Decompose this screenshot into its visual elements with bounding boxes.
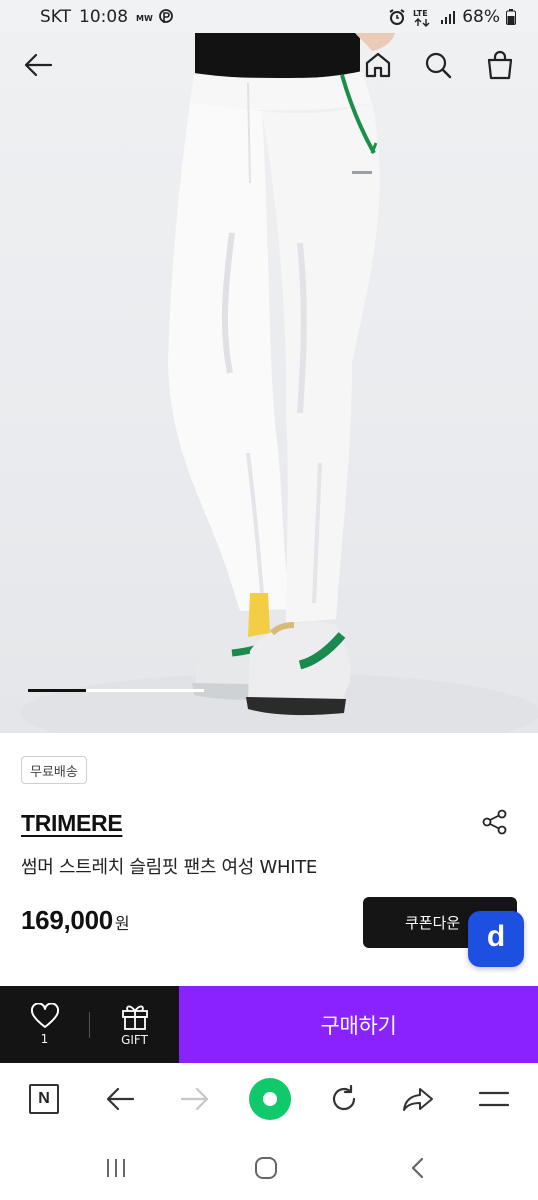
home-icon	[365, 52, 391, 78]
system-navigation-bar	[0, 1135, 538, 1200]
battery-icon	[506, 8, 516, 25]
status-bar: SKT 10:08 MW LTE 68%	[0, 0, 538, 33]
like-count: 1	[40, 1032, 49, 1046]
back-icon	[106, 1087, 135, 1111]
floating-d-button[interactable]: d	[468, 911, 524, 967]
home-button[interactable]	[360, 47, 396, 83]
buy-button[interactable]: 구매하기	[179, 986, 538, 1063]
svg-text:MW: MW	[136, 14, 153, 23]
price-value: 169,000	[21, 905, 113, 935]
gallery-progress-track	[28, 689, 204, 692]
product-info: 무료배송 TRIMERE 썸머 스트레치 슬림핏 팬츠 여성 WHITE 169…	[0, 733, 538, 986]
d-logo-icon: d	[486, 920, 506, 953]
arrow-left-icon	[24, 53, 53, 77]
carrier-label: SKT	[40, 6, 72, 27]
browser-toolbar: N	[0, 1063, 538, 1135]
browser-menu-button[interactable]	[472, 1077, 516, 1121]
recent-apps-button[interactable]	[96, 1151, 136, 1185]
product-photo	[20, 33, 538, 733]
brand-link[interactable]: TRIMERE	[21, 810, 123, 837]
menu-icon	[478, 1091, 510, 1107]
search-icon	[425, 52, 452, 79]
browser-back-button[interactable]	[98, 1077, 142, 1121]
battery-percent: 68%	[462, 6, 500, 27]
browser-share-button[interactable]	[396, 1077, 440, 1121]
system-back-button[interactable]	[398, 1151, 438, 1185]
notification-icon: MW	[136, 8, 176, 26]
lte-icon: LTE	[412, 7, 434, 27]
refresh-icon	[332, 1084, 356, 1111]
naver-home-button[interactable]: N	[22, 1077, 66, 1121]
browser-forward-button[interactable]	[173, 1077, 217, 1121]
price-currency: 원	[114, 914, 130, 933]
gift-icon	[121, 1005, 148, 1030]
cart-button[interactable]	[482, 47, 518, 83]
signal-icon	[440, 9, 456, 25]
share-nodes-icon	[482, 809, 507, 835]
gift-label: GIFT	[121, 1033, 148, 1047]
status-right: LTE 68%	[388, 7, 516, 27]
recent-apps-icon	[107, 1159, 125, 1177]
back-chevron-icon	[411, 1157, 424, 1179]
svg-text:LTE: LTE	[413, 9, 428, 18]
purchase-action-bar: 1 GIFT 구매하기	[0, 986, 538, 1063]
refresh-button[interactable]	[322, 1077, 366, 1121]
time-label: 10:08	[79, 6, 129, 27]
coupon-label: 쿠폰다운	[405, 914, 461, 932]
like-button[interactable]: 1	[0, 986, 89, 1063]
free-shipping-badge: 무료배송	[21, 756, 87, 784]
search-button[interactable]	[420, 47, 456, 83]
green-dot-icon	[249, 1078, 291, 1120]
status-left: SKT 10:08 MW	[40, 7, 176, 27]
gallery-progress-fill	[28, 689, 87, 692]
share-button[interactable]	[478, 805, 512, 839]
share-icon	[403, 1088, 433, 1111]
forward-icon	[180, 1087, 209, 1111]
alarm-icon	[388, 8, 406, 26]
naver-n-icon: N	[29, 1084, 59, 1114]
top-nav	[0, 33, 538, 99]
shopping-bag-icon	[487, 50, 513, 80]
back-button[interactable]	[20, 47, 56, 83]
system-home-button[interactable]	[246, 1151, 286, 1185]
gift-button[interactable]: GIFT	[90, 986, 179, 1063]
naver-n-label: N	[38, 1090, 50, 1107]
home-circle-icon	[255, 1157, 277, 1179]
price: 169,000 원	[21, 905, 130, 936]
green-dot-button[interactable]	[248, 1077, 292, 1121]
action-bar-left: 1 GIFT	[0, 986, 179, 1063]
product-name: 썸머 스트레치 슬림핏 팬츠 여성 WHITE	[21, 857, 317, 878]
product-image-gallery[interactable]	[0, 33, 538, 733]
heart-icon	[30, 1003, 59, 1028]
